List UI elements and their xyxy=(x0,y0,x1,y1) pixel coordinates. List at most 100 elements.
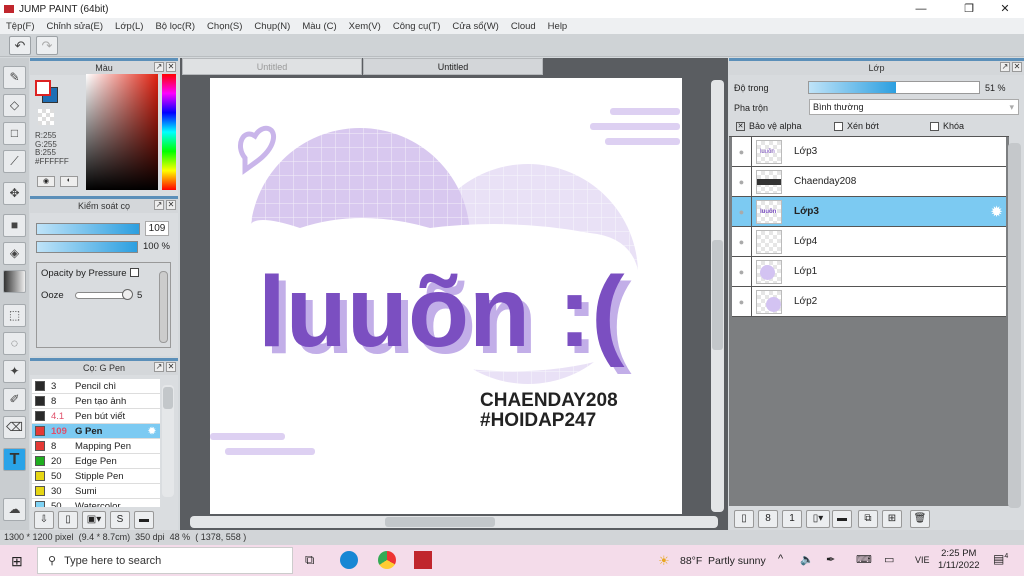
new-brush-icon[interactable]: ▯ xyxy=(58,511,78,529)
brush-download-icon[interactable]: ⇩ xyxy=(34,511,54,529)
brush-size-input[interactable]: 109 xyxy=(145,221,169,236)
layer-row[interactable]: ● luuõn Lớp3 ✹ xyxy=(732,197,1006,227)
select-pen-tool-icon[interactable]: ✐ xyxy=(3,388,26,411)
fill-rect-tool-icon[interactable]: ■ xyxy=(3,214,26,237)
polyline-tool-icon[interactable]: ⟋ xyxy=(3,150,26,173)
layer-row[interactable]: ● Lớp4 xyxy=(732,227,1006,257)
lock-checkbox[interactable] xyxy=(930,122,939,131)
brush-size-slider[interactable] xyxy=(36,223,140,235)
brush-item[interactable]: 50 Stipple Pen xyxy=(32,469,160,484)
protect-alpha-checkbox[interactable]: ✕ xyxy=(736,122,745,131)
brush-item[interactable]: 4.1 Pen bút viết xyxy=(32,409,160,424)
close-button[interactable]: ✕ xyxy=(988,0,1022,18)
eyedropper-button[interactable]: ◐ xyxy=(60,176,78,187)
layer-visibility-icon[interactable]: ● xyxy=(732,287,752,316)
taskbar-search[interactable]: ⚲ Type here to search xyxy=(37,547,293,574)
horizontal-scrollbar[interactable] xyxy=(190,516,718,528)
weather-temp[interactable]: 88°F xyxy=(680,555,702,567)
close-icon[interactable]: ✕ xyxy=(166,200,176,210)
menu-color[interactable]: Màu (C) xyxy=(296,21,342,32)
select-eraser-tool-icon[interactable]: ⌫ xyxy=(3,416,26,439)
menu-window[interactable]: Cửa sổ(W) xyxy=(446,21,504,32)
cloud-tool-icon[interactable]: ☁ xyxy=(3,498,26,521)
float-icon[interactable]: ↗ xyxy=(1000,62,1010,72)
merge-layer-icon[interactable]: ⊞ xyxy=(882,510,902,528)
brush-tool-icon[interactable]: ✎ xyxy=(3,66,26,89)
blend-mode-select[interactable]: Bình thường ▾ xyxy=(809,99,1019,115)
duplicate-layer-icon[interactable]: ⧉ xyxy=(858,510,878,528)
new-layer-icon[interactable]: ▯ xyxy=(734,510,754,528)
float-icon[interactable]: ↗ xyxy=(154,200,164,210)
menu-help[interactable]: Help xyxy=(542,21,574,32)
brush-opacity-slider[interactable] xyxy=(36,241,138,253)
layer-visibility-icon[interactable]: ● xyxy=(732,197,752,226)
gradient-tool-icon[interactable] xyxy=(3,270,26,293)
clipping-checkbox[interactable] xyxy=(834,122,843,131)
menu-filter[interactable]: Bộ lọc(R) xyxy=(149,21,201,32)
keyboard-icon[interactable]: ⌨ xyxy=(856,553,872,566)
restore-button[interactable]: ❐ xyxy=(952,0,986,18)
close-icon[interactable]: ✕ xyxy=(166,362,176,372)
horizontal-scroll-thumb[interactable] xyxy=(385,517,495,527)
brush-item[interactable]: 109 G Pen ✹ xyxy=(32,424,160,439)
undo-button[interactable]: ↶ xyxy=(9,36,31,55)
brush-settings-icon[interactable]: S xyxy=(110,511,130,529)
language-indicator[interactable]: VIE xyxy=(915,555,930,565)
layer-row[interactable]: ● Chaenday208 xyxy=(732,167,1006,197)
jump-paint-taskbar-icon[interactable] xyxy=(414,551,432,569)
clock[interactable]: 2:25 PM 1/11/2022 xyxy=(938,548,980,572)
saturation-value-picker[interactable] xyxy=(86,74,158,190)
minimize-button[interactable]: — xyxy=(904,0,938,18)
weather-desc[interactable]: Partly sunny xyxy=(708,555,766,567)
menu-view[interactable]: Xem(V) xyxy=(343,21,387,32)
layer-visibility-icon[interactable]: ● xyxy=(732,167,752,196)
brush-item[interactable]: 20 Edge Pen xyxy=(32,454,160,469)
move-tool-icon[interactable]: ✥ xyxy=(3,182,26,205)
rect-select-tool-icon[interactable]: ⬚ xyxy=(3,304,26,327)
close-icon[interactable]: ✕ xyxy=(166,62,176,72)
document-canvas[interactable]: luuõn :( luuõn :( CHAENDAY208 #HOIDAP247 xyxy=(210,78,682,514)
layer-settings-gear-icon[interactable]: ✹ xyxy=(991,204,1002,220)
close-icon[interactable]: ✕ xyxy=(1012,62,1022,72)
opacity-by-pressure-checkbox[interactable] xyxy=(130,268,139,277)
vertical-scrollbar[interactable] xyxy=(711,80,724,512)
pen-icon[interactable]: ✒ xyxy=(826,553,835,566)
edge-browser-icon[interactable] xyxy=(340,551,358,569)
magic-wand-tool-icon[interactable]: ✦ xyxy=(3,360,26,383)
new-layer-1bit-icon[interactable]: 1 xyxy=(782,510,802,528)
lasso-tool-icon[interactable]: ◌ xyxy=(3,332,26,355)
brush-item[interactable]: 3 Pencil chì xyxy=(32,379,160,394)
new-layer-8bit-icon[interactable]: 8 xyxy=(758,510,778,528)
menu-tools[interactable]: Công cụ(T) xyxy=(387,21,447,32)
float-icon[interactable]: ↗ xyxy=(154,362,164,372)
volume-icon[interactable]: 🔈 xyxy=(800,553,814,566)
task-view-icon[interactable]: ⧉ xyxy=(305,552,314,568)
chrome-browser-icon[interactable] xyxy=(378,551,396,569)
layer-row[interactable]: ● Lớp2 xyxy=(732,287,1006,317)
bucket-tool-icon[interactable]: ◈ xyxy=(3,242,26,265)
notification-icon[interactable]: ▤4 xyxy=(993,552,1008,566)
settings-gear-icon[interactable]: ✹ xyxy=(148,426,156,437)
menu-capture[interactable]: Chụp(N) xyxy=(248,21,296,32)
brush-item[interactable]: 30 Sumi xyxy=(32,484,160,499)
brush-item[interactable]: 50 Watercolor xyxy=(32,499,160,507)
menu-cloud[interactable]: Cloud xyxy=(505,21,542,32)
menu-edit[interactable]: Chỉnh sửa(E) xyxy=(41,21,110,32)
vertical-scroll-thumb[interactable] xyxy=(712,240,723,350)
display-icon[interactable]: ▭ xyxy=(884,553,894,566)
layer-visibility-icon[interactable]: ● xyxy=(732,227,752,256)
rectangle-tool-icon[interactable]: □ xyxy=(3,122,26,145)
brush-item[interactable]: 8 Pen tạo ảnh xyxy=(32,394,160,409)
layer-visibility-icon[interactable]: ● xyxy=(732,257,752,286)
layer-row[interactable]: ● Lớp1 xyxy=(732,257,1006,287)
transparent-color-swatch[interactable] xyxy=(38,109,54,125)
menu-layer[interactable]: Lớp(L) xyxy=(109,21,149,32)
redo-button[interactable]: ↷ xyxy=(36,36,58,55)
palette-button[interactable]: ◉ xyxy=(37,176,55,187)
layer-visibility-icon[interactable]: ● xyxy=(732,137,752,166)
eraser-tool-icon[interactable]: ◇ xyxy=(3,94,26,117)
delete-layer-icon[interactable]: 🗑 xyxy=(910,510,930,528)
brush-control-scrollbar[interactable] xyxy=(159,271,168,343)
tab-untitled-1[interactable]: Untitled xyxy=(182,58,362,75)
tray-chevron-icon[interactable]: ^ xyxy=(778,553,783,565)
